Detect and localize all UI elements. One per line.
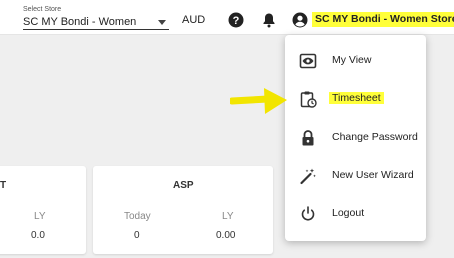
metric-card: T LY 0.0	[0, 166, 86, 254]
currency-label: AUD	[182, 14, 206, 26]
lock-icon	[302, 130, 314, 146]
ly-label: LY	[34, 211, 46, 222]
menu-item-my-view[interactable]: My View	[285, 42, 426, 80]
store-select[interactable]: Select Store SC MY Bondi - Women	[23, 6, 169, 30]
arrow-annotation-icon	[230, 88, 287, 114]
ly-label: LY	[222, 211, 234, 222]
help-icon[interactable]: ?	[228, 12, 244, 28]
user-name[interactable]: SC MY Bondi - Women Store	[312, 12, 454, 27]
menu-item-label: Change Password	[332, 131, 418, 143]
menu-item-logout[interactable]: Logout	[285, 195, 426, 233]
bell-icon[interactable]	[261, 12, 277, 28]
store-select-caption: Select Store	[23, 6, 62, 13]
clipboard-clock-icon	[300, 91, 317, 108]
ly-value: 0.00	[216, 230, 236, 241]
menu-item-timesheet[interactable]: Timesheet	[285, 80, 426, 118]
store-select-value: SC MY Bondi - Women	[23, 16, 137, 28]
menu-item-label: New User Wizard	[332, 169, 414, 181]
menu-item-change-password[interactable]: Change Password	[285, 119, 426, 157]
today-label: Today	[124, 211, 151, 222]
ly-value: 0.0	[31, 230, 45, 241]
menu-item-label: Timesheet	[329, 92, 384, 104]
asp-card: ASP Today 0 LY 0.00	[93, 166, 273, 254]
menu-item-label: Logout	[332, 207, 365, 219]
eye-icon	[299, 53, 317, 69]
magic-wand-icon	[300, 168, 316, 185]
card-title: T	[0, 180, 7, 191]
user-menu: My View Timesheet Change Password New Us…	[285, 35, 426, 241]
top-bar: Select Store SC MY Bondi - Women AUD ? S…	[0, 0, 454, 35]
chevron-down-icon	[158, 20, 166, 25]
menu-item-label: My View	[332, 54, 372, 66]
menu-item-new-user-wizard[interactable]: New User Wizard	[285, 157, 426, 195]
power-icon	[301, 206, 315, 221]
card-title: ASP	[173, 180, 194, 191]
account-icon[interactable]	[292, 12, 308, 28]
today-value: 0	[134, 230, 140, 241]
svg-text:?: ?	[233, 15, 240, 27]
